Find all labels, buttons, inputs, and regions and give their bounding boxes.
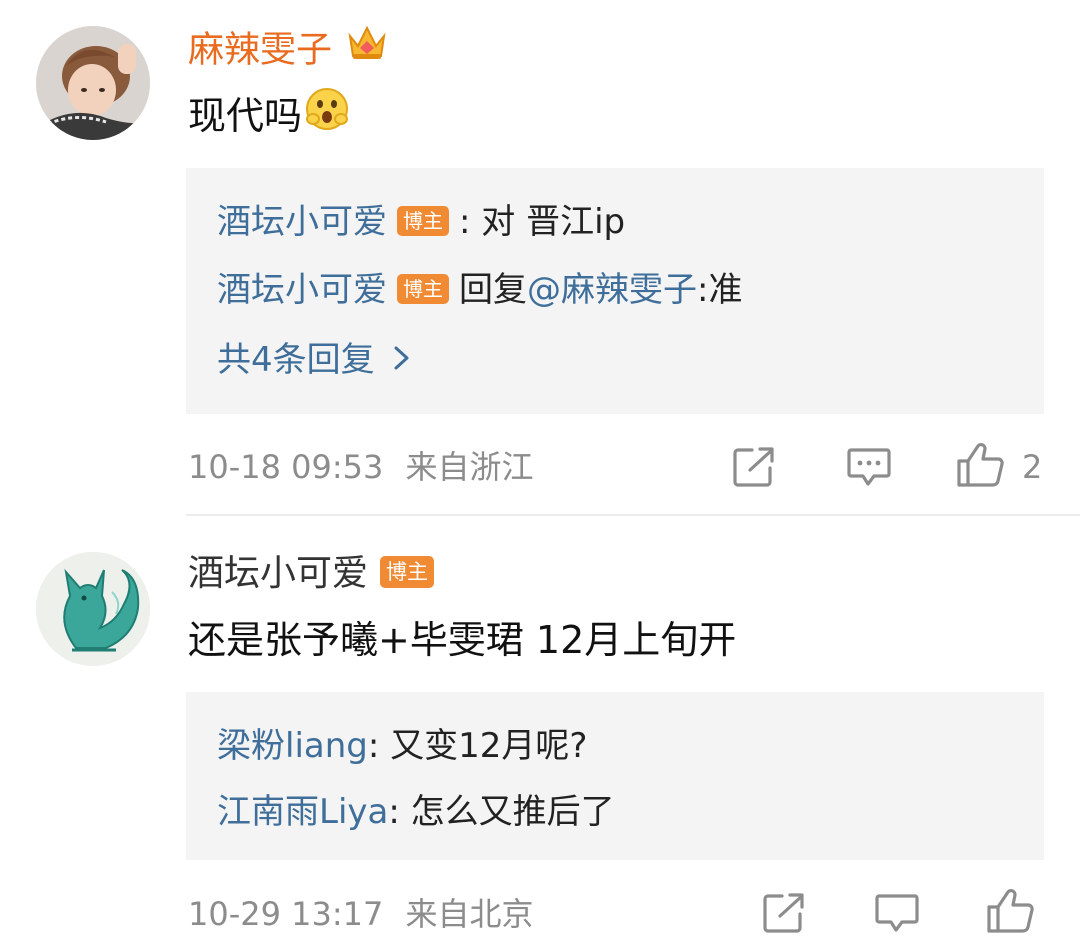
username-text[interactable]: 酒坛小可爱 xyxy=(188,553,368,594)
reply-item[interactable]: 酒坛小可爱 博主 回复@麻辣雯子:准 xyxy=(217,268,742,312)
reply-username[interactable]: 酒坛小可爱 xyxy=(217,270,387,310)
like-count: 2 xyxy=(1022,448,1043,486)
share-arrow-icon[interactable] xyxy=(762,892,806,938)
comment-text-content: 现代吗 xyxy=(188,94,303,138)
reply-separator: : xyxy=(459,202,471,242)
reply-username[interactable]: 酒坛小可爱 xyxy=(217,202,387,242)
avatar[interactable] xyxy=(36,552,150,666)
more-replies-label[interactable]: 共4条回复 xyxy=(217,340,375,380)
author-badge: 博主 xyxy=(397,205,449,236)
reply-item[interactable]: 酒坛小可爱 博主: 对 晋江ip xyxy=(217,200,625,244)
reply-username[interactable]: 江南雨Liya xyxy=(217,792,388,832)
reply-text: :准 xyxy=(697,270,743,310)
timestamp: 10-18 09:53 xyxy=(188,448,384,486)
comment-meta: 10-18 09:53 来自浙江 xyxy=(188,447,534,487)
timestamp: 10-29 13:17 xyxy=(188,895,384,933)
chevron-right-icon xyxy=(393,338,411,382)
comment-bubble-icon[interactable] xyxy=(874,892,920,938)
reply-prefix: 回复 xyxy=(459,270,527,310)
reply-text: 对 晋江ip xyxy=(470,202,626,242)
author-badge: 博主 xyxy=(380,556,435,588)
mention-link[interactable]: @麻辣雯子 xyxy=(527,270,697,310)
location-label: 来自北京 xyxy=(405,895,534,933)
comment-username[interactable]: 麻辣雯子 xyxy=(188,25,388,77)
comment-item: 麻辣雯子 现代吗 酒坛小可爱 博主: 对 晋江ip 酒坛小可爱 博主 回复@麻辣… xyxy=(0,0,1080,516)
reply-username[interactable]: 梁粉liang xyxy=(217,726,368,766)
surprised-face-icon xyxy=(304,86,350,143)
reply-text: : 又变12月呢? xyxy=(367,726,588,766)
reply-item[interactable]: 梁粉liang: 又变12月呢? xyxy=(217,724,587,768)
comment-text: 现代吗 xyxy=(188,88,350,147)
reply-preview-box[interactable]: 酒坛小可爱 博主: 对 晋江ip 酒坛小可爱 博主 回复@麻辣雯子:准 共4条回复 xyxy=(186,168,1044,414)
reply-item[interactable]: 江南雨Liya: 怎么又推后了 xyxy=(217,790,615,834)
username-text[interactable]: 麻辣雯子 xyxy=(188,30,332,71)
share-arrow-icon[interactable] xyxy=(732,446,776,492)
author-badge: 博主 xyxy=(397,273,449,304)
comment-item: 酒坛小可爱 博主 还是张予曦+毕雯珺 12月上旬开 梁粉liang: 又变12月呢… xyxy=(0,516,1080,946)
crown-icon xyxy=(346,22,388,73)
location-label: 来自浙江 xyxy=(405,448,534,486)
comment-bubble-icon[interactable] xyxy=(846,446,892,492)
thumbs-up-icon[interactable] xyxy=(986,888,1036,938)
comment-meta: 10-29 13:17 来自北京 xyxy=(188,894,534,934)
comment-text: 还是张予曦+毕雯珺 12月上旬开 xyxy=(188,618,737,662)
reply-preview-box[interactable]: 梁粉liang: 又变12月呢? 江南雨Liya: 怎么又推后了 xyxy=(186,692,1044,860)
avatar[interactable] xyxy=(36,26,150,140)
more-replies-link[interactable]: 共4条回复 xyxy=(217,338,411,382)
reply-text: : 怎么又推后了 xyxy=(388,792,615,832)
comment-username[interactable]: 酒坛小可爱 博主 xyxy=(188,552,435,596)
thumbs-up-icon[interactable] xyxy=(956,442,1006,492)
